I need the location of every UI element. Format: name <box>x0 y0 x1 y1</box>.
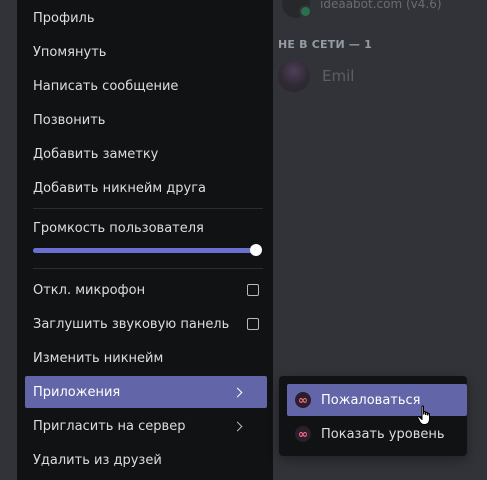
menu-item-label: Добавить заметку <box>33 146 159 162</box>
volume-label: Громкость пользователя <box>33 221 204 236</box>
checkbox-icon[interactable] <box>247 284 259 296</box>
chevron-right-icon <box>232 387 243 397</box>
submenu-item-label: Пожаловаться <box>321 392 421 408</box>
member-item-online[interactable]: ideaabot.com (v4.6) <box>282 0 442 18</box>
checkbox-icon[interactable] <box>247 318 259 330</box>
apps-submenu: ∞ Пожаловаться ∞ Показать уровень <box>279 376 467 456</box>
menu-item-label: Откл. микрофон <box>33 282 146 298</box>
menu-item-label: Написать сообщение <box>33 78 179 94</box>
menu-item-label: Пригласить на сервер <box>33 418 186 434</box>
member-item-emil[interactable]: Emil <box>278 60 354 92</box>
offline-section-header: НЕ В СЕТИ — 1 <box>278 38 372 51</box>
user-volume-slider[interactable] <box>33 244 262 257</box>
infinity-glyph: ∞ <box>298 393 308 407</box>
avatar <box>278 60 310 92</box>
menu-item-label: Упомянуть <box>33 44 107 60</box>
slider-fill <box>33 248 260 253</box>
menu-item-add-friend-nickname[interactable]: Добавить никнейм друга <box>25 172 267 204</box>
menu-item-apps[interactable]: Приложения <box>25 376 267 408</box>
menu-item-label: Заглушить звуковую панель <box>33 316 230 332</box>
menu-item-message[interactable]: Написать сообщение <box>25 70 267 102</box>
infinity-icon: ∞ <box>295 426 311 442</box>
menu-item-label: Позвонить <box>33 112 106 128</box>
slider-handle[interactable] <box>250 244 262 256</box>
menu-separator <box>33 208 263 209</box>
submenu-item-label: Показать уровень <box>321 426 445 442</box>
menu-item-mute-mic[interactable]: Откл. микрофон <box>25 274 267 306</box>
avatar <box>282 0 312 18</box>
user-context-menu: Профиль Упомянуть Написать сообщение Поз… <box>17 0 273 480</box>
menu-item-label: Профиль <box>33 10 95 26</box>
menu-item-profile[interactable]: Профиль <box>25 2 267 34</box>
menu-item-label: Изменить никнейм <box>33 350 164 366</box>
menu-item-label: Добавить никнейм друга <box>33 180 206 196</box>
menu-item-mention[interactable]: Упомянуть <box>25 36 267 68</box>
menu-item-invite-server[interactable]: Пригласить на сервер <box>25 410 267 442</box>
infinity-icon: ∞ <box>295 392 311 408</box>
menu-item-mute-soundboard[interactable]: Заглушить звуковую панель <box>25 308 267 340</box>
infinity-glyph: ∞ <box>298 427 308 441</box>
submenu-item-show-level[interactable]: ∞ Показать уровень <box>287 418 467 450</box>
submenu-item-report[interactable]: ∞ Пожаловаться <box>287 384 467 416</box>
menu-item-add-note[interactable]: Добавить заметку <box>25 138 267 170</box>
menu-item-label: Приложения <box>33 384 121 400</box>
menu-item-call[interactable]: Позвонить <box>25 104 267 136</box>
member-status-text: ideaabot.com (v4.6) <box>320 0 442 11</box>
chevron-right-icon <box>232 421 243 431</box>
menu-item-label: Удалить из друзей <box>33 452 162 468</box>
member-name: Emil <box>322 67 355 85</box>
menu-item-change-nickname[interactable]: Изменить никнейм <box>25 342 267 374</box>
hand-cursor-icon <box>417 405 430 425</box>
menu-item-remove-friend[interactable]: Удалить из друзей <box>25 444 267 476</box>
